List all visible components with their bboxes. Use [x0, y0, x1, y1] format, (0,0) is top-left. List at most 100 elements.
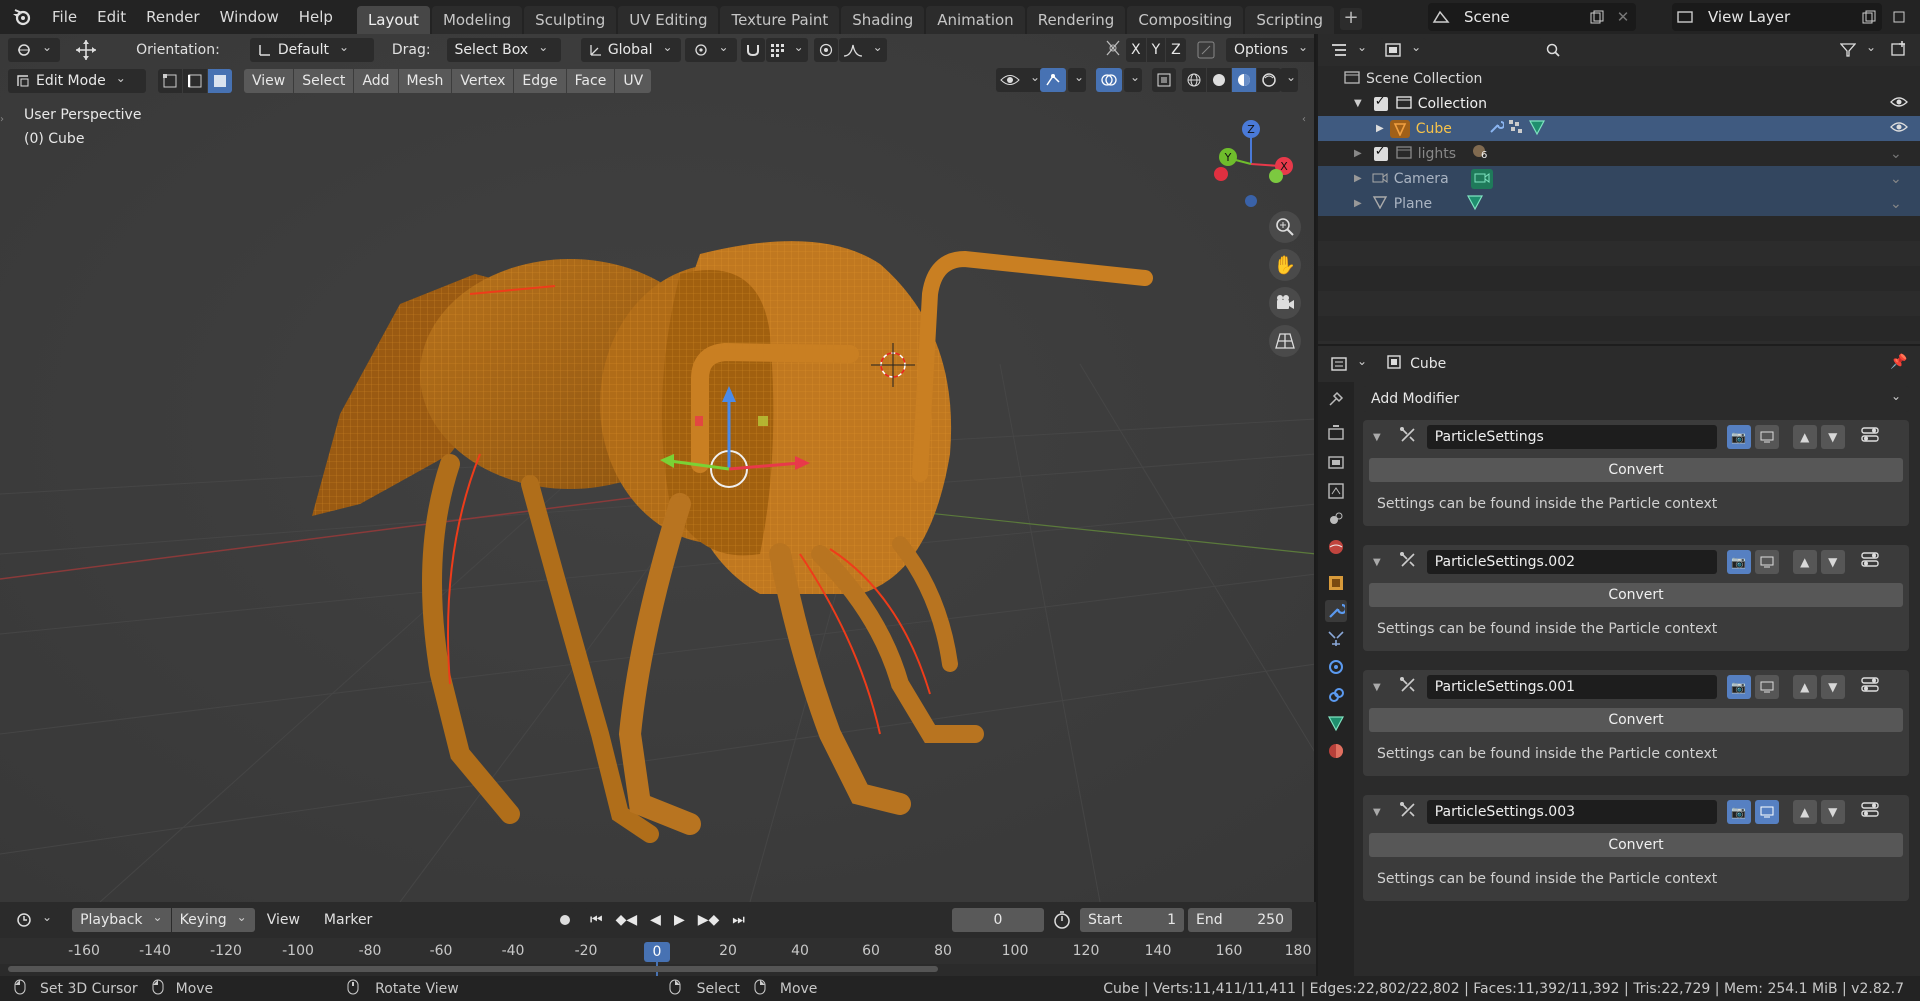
render-tab-icon[interactable] — [1325, 422, 1347, 444]
tab-texture-paint[interactable]: Texture Paint — [720, 6, 840, 34]
proportional-falloff-select[interactable] — [838, 37, 887, 62]
viewport-scene[interactable] — [0, 34, 1316, 902]
snap-target-select[interactable] — [765, 37, 808, 62]
gizmo-dropdown[interactable] — [1068, 68, 1087, 92]
wireframe-shading-button[interactable] — [1182, 68, 1206, 92]
vertex-select-button[interactable] — [158, 68, 182, 93]
modifier-name-field[interactable]: ParticleSettings.001 — [1426, 675, 1717, 699]
viewport-toggle[interactable] — [1754, 425, 1779, 449]
tool-tab-icon[interactable] — [1325, 388, 1347, 410]
material-tab-icon[interactable] — [1325, 740, 1347, 762]
move-down-button[interactable]: ▼ — [1820, 675, 1845, 699]
remove-view-layer-icon[interactable] — [1886, 4, 1912, 30]
menu-playback[interactable]: Playback — [72, 908, 171, 932]
expand-arrow-icon[interactable]: ▶ — [1376, 123, 1384, 134]
collapse-arrow-icon[interactable]: ▼ — [1373, 557, 1381, 568]
orientation-select[interactable]: Default — [249, 37, 374, 62]
mirror-x-toggle[interactable]: X — [1126, 38, 1146, 62]
menu-render[interactable]: Render — [136, 0, 209, 34]
render-toggle[interactable]: 📷 — [1726, 675, 1751, 699]
tab-uv-editing[interactable]: UV Editing — [618, 6, 719, 34]
shading-dropdown[interactable] — [1280, 68, 1299, 92]
proportional-edit-toggle[interactable] — [813, 37, 838, 62]
play-button[interactable]: ▶ — [667, 908, 691, 932]
expand-arrow-icon[interactable]: ▶ — [1354, 173, 1362, 184]
snap-toggle[interactable] — [740, 37, 765, 62]
menu-add[interactable]: Add — [354, 68, 398, 93]
particles-icon[interactable] — [1508, 119, 1524, 139]
options-dropdown[interactable]: Options — [1226, 38, 1314, 62]
convert-button[interactable]: Convert — [1369, 583, 1903, 607]
chevron-down-icon[interactable]: ⌄ — [1890, 196, 1902, 212]
menu-timeline-view[interactable]: View — [267, 912, 300, 928]
outliner-row-scene-collection[interactable]: Scene Collection — [1318, 66, 1920, 91]
prev-keyframe-button[interactable]: ◆◀ — [609, 908, 644, 932]
outliner-row-lights[interactable]: ▶ lights 6 ⌄ — [1318, 141, 1920, 166]
render-toggle[interactable]: 📷 — [1726, 550, 1751, 574]
expand-arrow-icon[interactable]: ▶ — [1354, 148, 1362, 159]
viewport-toggle[interactable] — [1754, 800, 1779, 824]
collapse-arrow-icon[interactable]: ▼ — [1373, 682, 1381, 693]
mirror-z-toggle[interactable]: Z — [1166, 38, 1186, 62]
filter-dropdown[interactable] — [1836, 38, 1881, 62]
add-workspace-button[interactable]: + — [1340, 8, 1363, 30]
tab-compositing[interactable]: Compositing — [1127, 6, 1244, 34]
modifier-menu-icon[interactable] — [1861, 802, 1879, 822]
expand-arrow-icon[interactable]: ▼ — [1354, 98, 1362, 109]
tab-rendering[interactable]: Rendering — [1026, 6, 1126, 34]
current-frame-field[interactable]: 0 — [952, 908, 1044, 932]
current-frame-indicator[interactable]: 0 — [644, 942, 670, 962]
face-select-button[interactable] — [208, 68, 232, 93]
3d-viewport[interactable]: Orientation: Default Drag: Select Box Gl… — [0, 34, 1316, 902]
toolbar-expand-arrow[interactable]: › — [0, 114, 10, 138]
view-layer-tab-icon[interactable] — [1325, 480, 1347, 502]
particles-tab-icon[interactable] — [1325, 628, 1347, 650]
convert-button[interactable]: Convert — [1369, 708, 1903, 732]
jump-start-button[interactable]: ⏮ — [584, 908, 609, 932]
material-shading-button[interactable] — [1232, 68, 1256, 92]
move-down-button[interactable]: ▼ — [1820, 800, 1845, 824]
tab-scripting[interactable]: Scripting — [1245, 6, 1335, 34]
menu-vertex[interactable]: Vertex — [452, 68, 514, 93]
expand-arrow-icon[interactable]: ▶ — [1354, 198, 1362, 209]
modifier-menu-icon[interactable] — [1861, 677, 1879, 697]
record-button[interactable] — [555, 908, 575, 932]
collapse-arrow-icon[interactable]: ▼ — [1373, 432, 1381, 443]
view-layer-selector[interactable]: View Layer — [1672, 3, 1882, 31]
move-up-button[interactable]: ▲ — [1792, 675, 1817, 699]
gizmo-toggle[interactable] — [1040, 68, 1066, 92]
scene-selector[interactable]: Scene ✕ — [1428, 3, 1636, 31]
tab-layout[interactable]: Layout — [356, 6, 430, 34]
rendered-shading-button[interactable] — [1257, 68, 1281, 92]
data-tab-icon[interactable] — [1325, 712, 1347, 734]
tab-modeling[interactable]: Modeling — [431, 6, 523, 34]
modifier-name-field[interactable]: ParticleSettings.002 — [1426, 550, 1717, 574]
new-collection-icon[interactable] — [1890, 40, 1908, 62]
convert-button[interactable]: Convert — [1369, 833, 1903, 857]
object-tab-icon[interactable] — [1325, 572, 1347, 594]
physics-tab-icon[interactable] — [1325, 656, 1347, 678]
light-icon[interactable]: 6 — [1470, 143, 1488, 165]
outliner-row-plane[interactable]: ▶ Plane ⌄ — [1318, 191, 1920, 216]
modifier-name-field[interactable]: ParticleSettings — [1426, 425, 1717, 449]
new-view-layer-icon[interactable] — [1856, 4, 1882, 30]
xray-toggle[interactable] — [1152, 68, 1176, 92]
modifier-menu-icon[interactable] — [1861, 552, 1879, 572]
outliner-row-collection[interactable]: ▼ Collection — [1318, 91, 1920, 116]
outliner-search-input[interactable] — [1538, 38, 1681, 62]
viewport-toggle[interactable] — [1754, 675, 1779, 699]
stopwatch-icon[interactable] — [1052, 910, 1072, 934]
eye-icon[interactable] — [1890, 121, 1908, 137]
display-mode-select[interactable] — [1380, 38, 1427, 62]
collapse-arrow-icon[interactable]: ▼ — [1373, 807, 1381, 818]
move-up-button[interactable]: ▲ — [1792, 425, 1817, 449]
move-down-button[interactable]: ▼ — [1820, 550, 1845, 574]
convert-button[interactable]: Convert — [1369, 458, 1903, 482]
move-up-button[interactable]: ▲ — [1792, 550, 1817, 574]
modifier-menu-icon[interactable] — [1861, 427, 1879, 447]
drag-select[interactable]: Select Box — [446, 37, 561, 62]
eye-icon[interactable] — [1890, 96, 1908, 112]
visibility-dropdown[interactable] — [996, 68, 1045, 92]
tab-shading[interactable]: Shading — [841, 6, 925, 34]
overlay-toggle[interactable] — [1096, 68, 1122, 92]
